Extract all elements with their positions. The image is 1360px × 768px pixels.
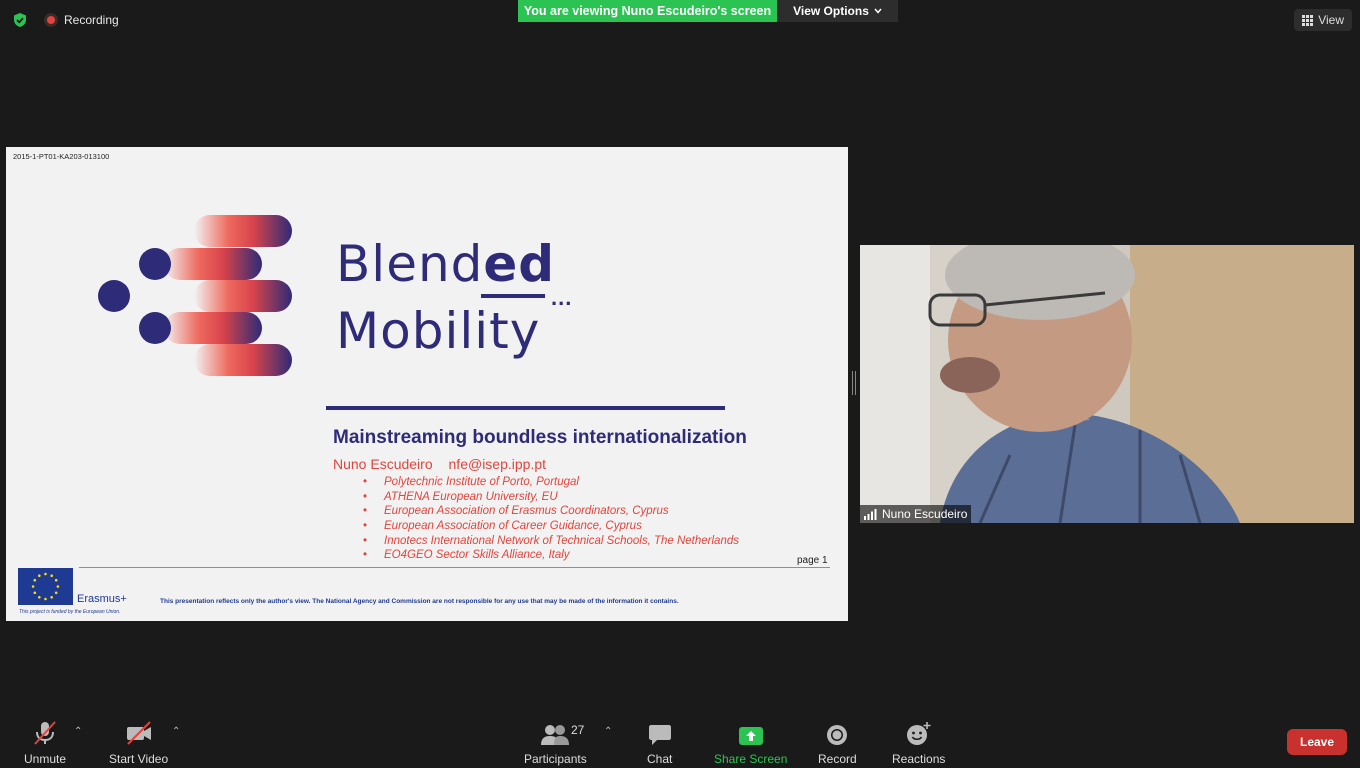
participants-label: Participants: [524, 752, 587, 766]
share-screen-button[interactable]: Share Screen: [714, 720, 787, 766]
author-line: Nuno Escudeiro nfe@isep.ipp.pt: [333, 456, 558, 472]
start-video-label: Start Video: [109, 752, 169, 766]
author-name: Nuno Escudeiro: [333, 456, 433, 472]
participant-video[interactable]: Nuno Escudeiro: [860, 245, 1354, 523]
participants-options-chevron-icon[interactable]: ⌃: [604, 726, 612, 737]
chat-label: Chat: [647, 752, 673, 766]
list-item: Polytechnic Institute of Porto, Portugal: [363, 475, 739, 490]
reactions-button[interactable]: Reactions: [892, 720, 945, 766]
project-code: 2015-1-PT01-KA203-013100: [13, 152, 110, 161]
viewing-banner: You are viewing Nuno Escudeiro's screen: [518, 0, 777, 22]
microphone-muted-icon: [34, 721, 56, 745]
brand-underline: [481, 294, 545, 298]
view-options-label: View Options: [793, 4, 869, 18]
signal-strength-icon: [864, 508, 877, 520]
chevron-down-icon: [874, 8, 882, 14]
brand-title-line1: Blended: [336, 235, 556, 293]
participants-icon: [541, 725, 570, 745]
reactions-label: Reactions: [892, 752, 946, 766]
erasmus-label: Erasmus+: [77, 593, 127, 605]
view-label: View: [1318, 13, 1344, 27]
chat-button[interactable]: Chat: [647, 720, 672, 766]
leave-button[interactable]: Leave: [1287, 729, 1347, 755]
page-number: page 1: [797, 555, 828, 566]
view-button[interactable]: View: [1294, 9, 1352, 31]
eu-flag-icon: [18, 568, 73, 605]
recording-indicator[interactable]: Recording: [44, 10, 119, 30]
split-view-handle[interactable]: [852, 371, 856, 395]
video-options-chevron-icon[interactable]: ⌃: [172, 726, 180, 737]
grid-view-icon: [1302, 14, 1314, 26]
funded-note: This project is funded by the European U…: [19, 609, 121, 615]
shield-check-icon[interactable]: [12, 12, 28, 28]
meeting-toolbar: Unmute ⌃ Start Video ⌃ Participants 27 ⌃: [0, 708, 1360, 768]
disclaimer-text: This presentation reflects only the auth…: [160, 598, 679, 605]
unmute-button[interactable]: Unmute: [24, 720, 66, 766]
participants-count: 27: [571, 723, 585, 737]
share-screen-icon: [738, 727, 763, 745]
recording-label: Recording: [64, 13, 119, 27]
brand-title-line2: Mobility: [336, 302, 541, 360]
recording-dot-icon: [44, 13, 58, 27]
blended-mobility-logo: [98, 215, 292, 376]
smiley-plus-icon: [906, 722, 931, 745]
participant-name-tag: Nuno Escudeiro: [860, 505, 972, 523]
video-camera-off-icon: [126, 721, 151, 745]
participant-name: Nuno Escudeiro: [882, 507, 968, 521]
slide-subtitle: Mainstreaming boundless internationaliza…: [333, 427, 747, 448]
brand-dots: ...: [551, 285, 573, 310]
list-item: European Association of Career Guidance,…: [363, 519, 739, 534]
audio-options-chevron-icon[interactable]: ⌃: [74, 726, 82, 737]
record-icon: [827, 725, 848, 745]
shared-screen[interactable]: 2015-1-PT01-KA203-013100 Blended ... Mob…: [6, 147, 848, 621]
footer-divider: [79, 567, 830, 568]
affiliations-list: Polytechnic Institute of Porto, Portugal…: [363, 475, 739, 563]
start-video-button[interactable]: Start Video: [109, 720, 168, 766]
chat-bubble-icon: [648, 725, 671, 745]
list-item: EO4GEO Sector Skills Alliance, Italy: [363, 548, 739, 563]
view-options-button[interactable]: View Options: [777, 0, 898, 22]
unmute-label: Unmute: [24, 752, 67, 766]
share-screen-label: Share Screen: [714, 752, 788, 766]
title-divider: [326, 406, 725, 410]
participant-video-frame: [860, 245, 1354, 523]
list-item: European Association of Erasmus Coordina…: [363, 504, 739, 519]
record-label: Record: [818, 752, 857, 766]
author-email: nfe@isep.ipp.pt: [448, 456, 547, 472]
list-item: Innotecs International Network of Techni…: [363, 534, 739, 549]
list-item: ATHENA European University, EU: [363, 490, 739, 505]
record-button[interactable]: Record: [818, 720, 857, 766]
